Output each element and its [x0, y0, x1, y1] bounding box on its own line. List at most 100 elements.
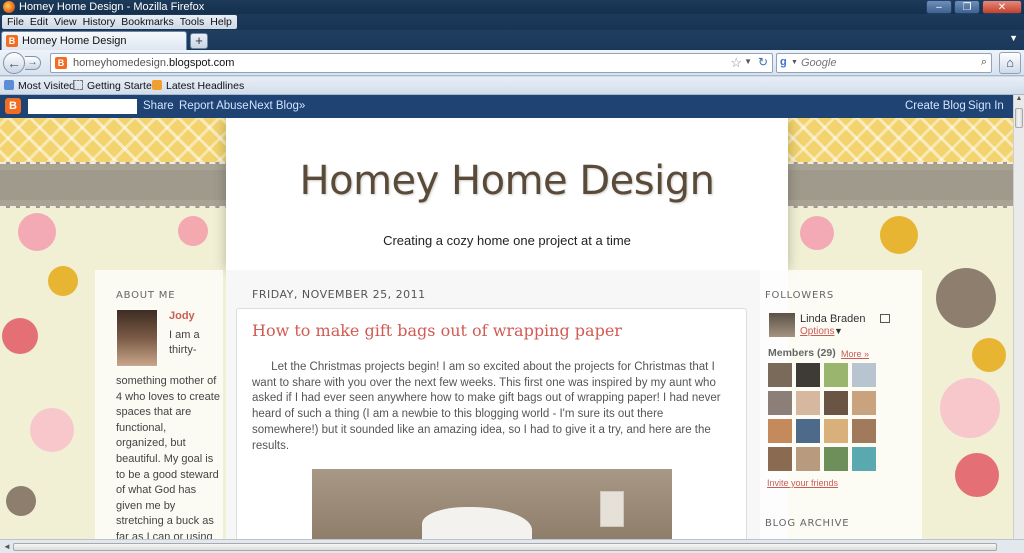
- followers-heading: FOLLOWERS: [765, 290, 834, 301]
- engine-dropdown-icon[interactable]: ▼: [791, 59, 798, 66]
- menu-edit[interactable]: Edit: [27, 15, 51, 29]
- most-visited-icon: [4, 80, 14, 90]
- member-avatar[interactable]: [796, 391, 820, 415]
- left-sidebar: ABOUT ME Jody I am a thirty- something m…: [95, 270, 223, 539]
- scroll-left-icon[interactable]: ◄: [3, 542, 11, 551]
- share-link[interactable]: Share: [143, 95, 174, 118]
- flower-decoration: [48, 266, 78, 296]
- bookmark-star-icon[interactable]: ☆: [730, 55, 742, 71]
- window-title: Homey Home Design - Mozilla Firefox: [19, 1, 205, 13]
- new-tab-button[interactable]: +: [190, 33, 208, 49]
- blogger-logo-icon[interactable]: B: [5, 98, 21, 114]
- bookmark-label: Getting Started: [87, 80, 158, 92]
- scroll-up-icon[interactable]: ▲: [1014, 95, 1024, 106]
- member-avatar[interactable]: [768, 447, 792, 471]
- member-avatar[interactable]: [824, 419, 848, 443]
- site-favicon-icon: B: [55, 57, 67, 69]
- invite-friends-link[interactable]: Invite your friends: [767, 478, 838, 488]
- member-avatar[interactable]: [768, 419, 792, 443]
- about-text: something mother of 4 who loves to creat…: [116, 375, 220, 539]
- blog-tagline: Creating a cozy home one project at a ti…: [383, 233, 631, 248]
- create-blog-link[interactable]: Create Blog: [905, 95, 966, 118]
- back-arrow-icon[interactable]: ←: [3, 52, 25, 74]
- window-controls: – ❐ ✕: [926, 0, 1022, 14]
- search-icon[interactable]: ⌕: [981, 56, 987, 69]
- bookmark-label: Latest Headlines: [166, 80, 245, 92]
- flower-decoration: [2, 318, 38, 354]
- member-avatar[interactable]: [796, 363, 820, 387]
- post-card: How to make gift bags out of wrapping pa…: [236, 308, 747, 539]
- url-prefix: homeyhomedesign.: [73, 57, 170, 69]
- maximize-icon[interactable]: ❐: [954, 0, 980, 14]
- member-avatar[interactable]: [852, 447, 876, 471]
- author-avatar[interactable]: [116, 309, 158, 367]
- horizontal-scrollbar[interactable]: ◄: [0, 539, 1024, 553]
- home-icon[interactable]: ⌂: [999, 52, 1021, 74]
- menu-bookmarks[interactable]: Bookmarks: [118, 15, 177, 29]
- scrollbar-thumb[interactable]: [13, 543, 997, 551]
- member-avatar[interactable]: [768, 363, 792, 387]
- menu-file[interactable]: File: [4, 15, 27, 29]
- blog-archive-heading: BLOG ARCHIVE: [765, 518, 850, 529]
- member-avatar[interactable]: [824, 391, 848, 415]
- flower-decoration: [800, 216, 834, 250]
- bookmark-getting-started[interactable]: Getting Started: [73, 77, 158, 95]
- google-engine-icon[interactable]: g: [780, 56, 787, 68]
- search-input[interactable]: [801, 56, 971, 70]
- member-avatar[interactable]: [824, 447, 848, 471]
- post-date-header: FRIDAY, NOVEMBER 25, 2011: [252, 288, 426, 301]
- forward-arrow-icon[interactable]: →: [25, 56, 41, 70]
- member-avatar[interactable]: [824, 363, 848, 387]
- minimize-icon[interactable]: –: [926, 0, 952, 14]
- flower-decoration: [940, 378, 1000, 438]
- reload-icon[interactable]: ↻: [758, 55, 768, 69]
- flower-decoration: [972, 338, 1006, 372]
- blog-search-input[interactable]: [28, 99, 137, 114]
- options-link[interactable]: Options: [800, 326, 834, 337]
- post-photo[interactable]: [312, 469, 672, 539]
- flower-decoration: [178, 216, 208, 246]
- menu-help[interactable]: Help: [207, 15, 235, 29]
- url-domain: blogspot.com: [169, 57, 235, 69]
- search-bar: g ▼ ⌕: [776, 53, 992, 73]
- report-abuse-link[interactable]: Report Abuse: [179, 95, 249, 118]
- follower-name[interactable]: Linda Braden: [800, 313, 865, 325]
- address-bar[interactable]: B homeyhomedesign.blogspot.com ☆ ▼ ↻: [50, 53, 773, 73]
- member-avatar[interactable]: [852, 363, 876, 387]
- member-avatar[interactable]: [796, 419, 820, 443]
- flower-decoration: [936, 268, 996, 328]
- tab-list-icon[interactable]: ▼: [1009, 33, 1018, 43]
- scrollbar-thumb[interactable]: [1015, 108, 1023, 128]
- expand-window-icon[interactable]: [880, 314, 890, 323]
- flower-decoration: [18, 213, 56, 251]
- menu-view[interactable]: View: [51, 15, 80, 29]
- next-blog-link[interactable]: Next Blog»: [249, 95, 305, 118]
- member-avatar[interactable]: [796, 447, 820, 471]
- member-avatar[interactable]: [768, 391, 792, 415]
- menu-tools[interactable]: Tools: [177, 15, 208, 29]
- url-dropdown-icon[interactable]: ▼: [744, 57, 752, 66]
- bookmark-most-visited[interactable]: Most Visited: [4, 77, 75, 95]
- vertical-scrollbar[interactable]: ▲: [1013, 95, 1024, 539]
- menu-bar: File Edit View History Bookmarks Tools H…: [0, 14, 1024, 30]
- tab-homey-home-design[interactable]: B Homey Home Design: [1, 31, 187, 50]
- member-avatar[interactable]: [852, 391, 876, 415]
- tab-bar: B Homey Home Design + ▼: [0, 30, 1024, 50]
- window-titlebar: Homey Home Design - Mozilla Firefox – ❐ …: [0, 0, 1024, 14]
- menu-history[interactable]: History: [80, 15, 119, 29]
- flower-decoration: [6, 486, 36, 516]
- back-forward-group: ← →: [3, 52, 41, 74]
- post-title-link[interactable]: How to make gift bags out of wrapping pa…: [252, 321, 622, 340]
- sign-in-link[interactable]: Sign In: [968, 95, 1004, 118]
- caret-down-icon[interactable]: ▼: [834, 326, 843, 336]
- more-members-link[interactable]: More »: [841, 349, 869, 359]
- follower-avatar[interactable]: [769, 313, 795, 337]
- close-icon[interactable]: ✕: [982, 0, 1022, 14]
- author-name-link[interactable]: Jody: [169, 310, 195, 322]
- blog-title[interactable]: Homey Home Design: [226, 158, 788, 204]
- url-text[interactable]: homeyhomedesign.blogspot.com: [73, 54, 234, 72]
- bookmark-latest-headlines[interactable]: Latest Headlines: [152, 77, 244, 95]
- member-avatar[interactable]: [852, 419, 876, 443]
- bookmark-label: Most Visited: [18, 80, 75, 92]
- blog-header: Homey Home Design Creating a cozy home o…: [226, 118, 788, 270]
